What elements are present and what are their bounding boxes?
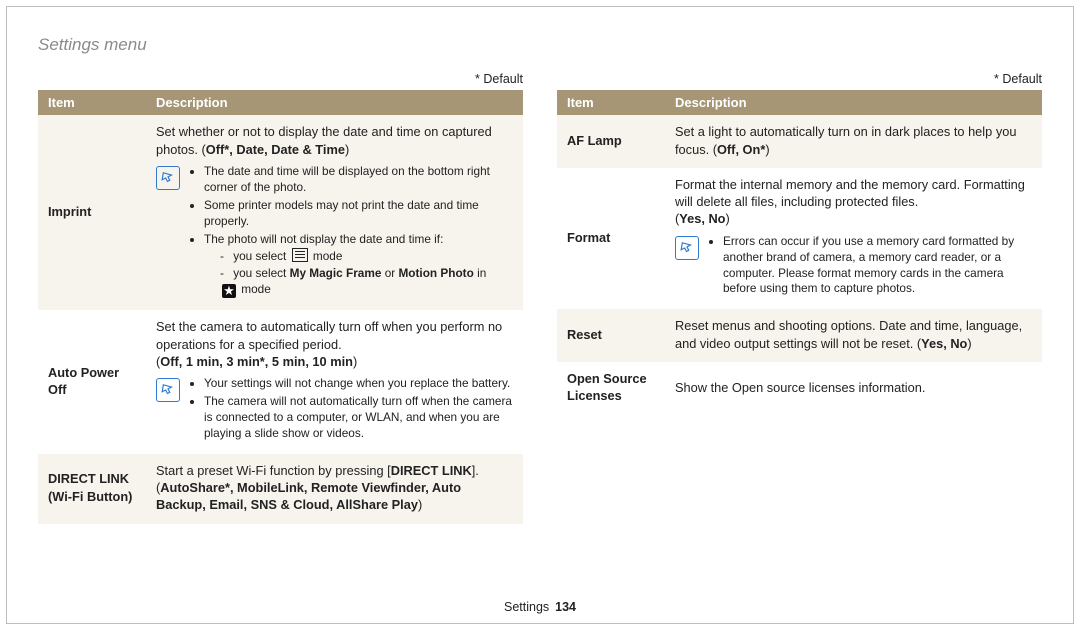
desc-cell-format: Format the internal memory and the memor… (665, 168, 1042, 309)
options-text: Off, 1 min, 3 min*, 5 min, 10 min (160, 354, 353, 369)
note-icon (156, 166, 180, 190)
desc-cell-auto-power-off: Set the camera to automatically turn off… (146, 310, 523, 453)
table-row: AF Lamp Set a light to automatically tur… (557, 115, 1042, 168)
footer-section: Settings (504, 600, 549, 614)
note-item: Errors can occur if you use a memory car… (723, 234, 1032, 298)
mode-icon (292, 248, 308, 262)
options-text: Off, On* (717, 142, 765, 157)
th-description: Description (146, 90, 523, 116)
th-item: Item (38, 90, 146, 116)
desc-text: Set the camera to automatically turn off… (156, 319, 502, 351)
page-footer: Settings 134 (0, 599, 1080, 616)
t: DIRECT LINK (391, 463, 472, 478)
t: mode (238, 282, 271, 296)
note-subitem: you select My Magic Frame or Motion Phot… (220, 266, 513, 298)
desc-text: Format the internal memory and the memor… (675, 177, 1025, 209)
options-text: AutoShare*, MobileLink, Remote Viewfinde… (156, 480, 461, 512)
note-item: The date and time will be displayed on t… (204, 164, 513, 196)
table-row: DIRECT LINK (Wi-Fi Button) Start a prese… (38, 454, 523, 524)
note-text: The photo will not display the date and … (204, 232, 443, 246)
note-block: Errors can occur if you use a memory car… (675, 234, 1032, 300)
note-item: The photo will not display the date and … (204, 232, 513, 299)
table-row: Open Source Licenses Show the Open sourc… (557, 362, 1042, 415)
t: in (474, 266, 486, 280)
options-text: Yes, No (921, 336, 967, 351)
note-subitem: you select mode (220, 248, 513, 265)
desc-text: Reset menus and shooting options. Date a… (675, 318, 1022, 350)
options-text: Yes, No (679, 211, 725, 226)
item-cell-imprint: Imprint (38, 115, 146, 310)
desc-cell-open-source: Show the Open source licenses informatio… (665, 362, 1042, 415)
th-item: Item (557, 90, 665, 116)
page: Settings menu * Default Item Description… (0, 0, 1080, 630)
note-block: The date and time will be displayed on t… (156, 164, 513, 300)
table-header-row: Item Description (38, 90, 523, 116)
note-list: Your settings will not change when you r… (188, 376, 513, 444)
item-cell-auto-power-off: Auto Power Off (38, 310, 146, 453)
t: My Magic Frame (290, 266, 382, 280)
t: Motion Photo (398, 266, 473, 280)
note-list: The date and time will be displayed on t… (188, 164, 513, 300)
table-header-row: Item Description (557, 90, 1042, 116)
desc-cell-reset: Reset menus and shooting options. Date a… (665, 309, 1042, 362)
star-mode-icon (222, 284, 236, 298)
left-column: * Default Item Description Imprint Set w… (38, 71, 523, 524)
desc-cell-direct-link: Start a preset Wi-Fi function by pressin… (146, 454, 523, 524)
t: you select (233, 266, 289, 280)
table-row: Reset Reset menus and shooting options. … (557, 309, 1042, 362)
desc-cell-af-lamp: Set a light to automatically turn on in … (665, 115, 1042, 168)
table-row: Imprint Set whether or not to display th… (38, 115, 523, 310)
item-cell-reset: Reset (557, 309, 665, 362)
th-description: Description (665, 90, 1042, 116)
note-sublist: you select mode you select My Magic Fram… (204, 248, 513, 299)
default-note-right: * Default (557, 71, 1042, 88)
item-cell-direct-link: DIRECT LINK (Wi-Fi Button) (38, 454, 146, 524)
desc-cell-imprint: Set whether or not to display the date a… (146, 115, 523, 310)
note-item: Your settings will not change when you r… (204, 376, 513, 392)
footer-page-number: 134 (555, 600, 576, 614)
settings-table-left: Item Description Imprint Set whether or … (38, 90, 523, 524)
note-item: The camera will not automatically turn o… (204, 394, 513, 442)
item-cell-af-lamp: AF Lamp (557, 115, 665, 168)
note-icon (156, 378, 180, 402)
note-block: Your settings will not change when you r… (156, 376, 513, 444)
page-title: Settings menu (38, 34, 1042, 57)
table-row: Auto Power Off Set the camera to automat… (38, 310, 523, 453)
default-note-left: * Default (38, 71, 523, 88)
content-columns: * Default Item Description Imprint Set w… (38, 71, 1042, 524)
note-icon (675, 236, 699, 260)
item-cell-open-source: Open Source Licenses (557, 362, 665, 415)
table-row: Format Format the internal memory and th… (557, 168, 1042, 309)
right-column: * Default Item Description AF Lamp Set a… (557, 71, 1042, 524)
options-text: Off*, Date, Date & Time (206, 142, 345, 157)
note-list: Errors can occur if you use a memory car… (707, 234, 1032, 300)
item-cell-format: Format (557, 168, 665, 309)
note-item: Some printer models may not print the da… (204, 198, 513, 230)
t: mode (310, 249, 343, 263)
t: Start a preset Wi-Fi function by pressin… (156, 463, 391, 478)
settings-table-right: Item Description AF Lamp Set a light to … (557, 90, 1042, 415)
t: you select (233, 249, 289, 263)
t: ]. (472, 463, 479, 478)
t: or (381, 266, 398, 280)
